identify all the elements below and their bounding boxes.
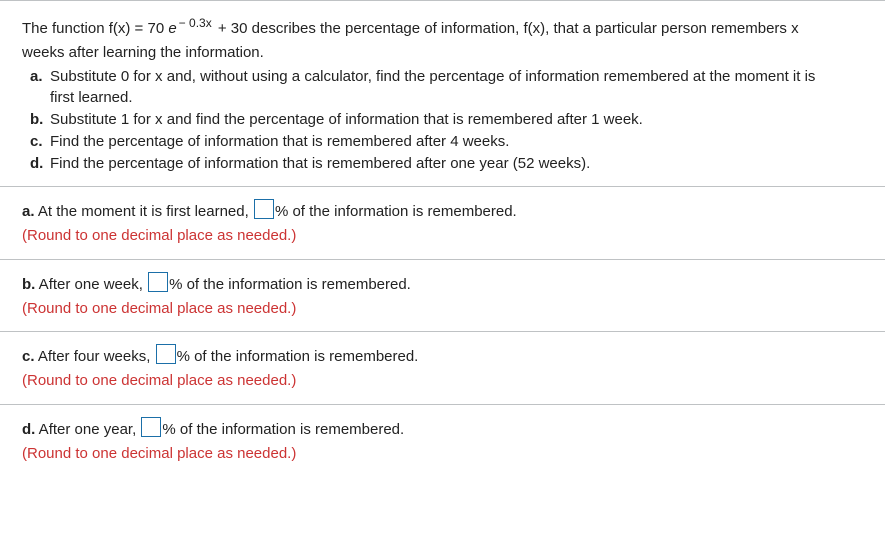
stem-line-1: The function f(x) = 70 e− 0.3x + 30 desc… bbox=[22, 15, 869, 40]
question-stem: The function f(x) = 70 e− 0.3x + 30 desc… bbox=[0, 0, 885, 186]
part-before: After four weeks, bbox=[35, 348, 155, 365]
part-after: % of the information is remembered. bbox=[162, 421, 404, 438]
part-before: At the moment it is first learned, bbox=[35, 203, 253, 220]
stem-text-1a: The function f(x) = 70 bbox=[22, 20, 164, 37]
stem-item-label: b. bbox=[30, 109, 50, 131]
part-label: d. bbox=[22, 421, 35, 438]
answer-input-a[interactable] bbox=[254, 199, 274, 219]
answer-input-d[interactable] bbox=[141, 417, 161, 437]
stem-item-label: a. bbox=[30, 66, 50, 88]
round-hint: (Round to one decimal place as needed.) bbox=[22, 370, 869, 392]
round-hint: (Round to one decimal place as needed.) bbox=[22, 298, 869, 320]
round-hint: (Round to one decimal place as needed.) bbox=[22, 443, 869, 465]
part-b-line: b. After one week, % of the information … bbox=[22, 272, 869, 296]
stem-item-text: Substitute 1 for x and find the percenta… bbox=[50, 109, 643, 131]
part-a: a. At the moment it is first learned, % … bbox=[0, 187, 885, 259]
part-label: b. bbox=[22, 276, 35, 293]
stem-item-a-cont: first learned. bbox=[30, 87, 869, 109]
euler-e: e bbox=[168, 20, 176, 37]
exponent: − 0.3x bbox=[179, 16, 212, 30]
stem-line-2: weeks after learning the information. bbox=[22, 42, 869, 64]
part-before: After one week, bbox=[35, 276, 147, 293]
part-label: a. bbox=[22, 203, 35, 220]
stem-item-text: Find the percentage of information that … bbox=[50, 153, 590, 175]
answer-input-b[interactable] bbox=[148, 272, 168, 292]
stem-item-b: b. Substitute 1 for x and find the perce… bbox=[30, 109, 869, 131]
stem-item-a: a. Substitute 0 for x and, without using… bbox=[30, 66, 869, 88]
stem-item-label: c. bbox=[30, 131, 50, 153]
part-after: % of the information is remembered. bbox=[275, 203, 517, 220]
part-d: d. After one year, % of the information … bbox=[0, 405, 885, 477]
part-after: % of the information is remembered. bbox=[169, 276, 411, 293]
stem-item-c: c. Find the percentage of information th… bbox=[30, 131, 869, 153]
stem-item-text: Substitute 0 for x and, without using a … bbox=[50, 66, 815, 88]
stem-sublist: a. Substitute 0 for x and, without using… bbox=[22, 66, 869, 175]
part-before: After one year, bbox=[35, 421, 140, 438]
part-c: c. After four weeks, % of the informatio… bbox=[0, 332, 885, 404]
answer-input-c[interactable] bbox=[156, 344, 176, 364]
stem-text-1b: + 30 describes the percentage of informa… bbox=[214, 20, 799, 37]
part-c-line: c. After four weeks, % of the informatio… bbox=[22, 344, 869, 368]
part-d-line: d. After one year, % of the information … bbox=[22, 417, 869, 441]
part-label: c. bbox=[22, 348, 35, 365]
stem-item-text: Find the percentage of information that … bbox=[50, 131, 509, 153]
stem-item-label: d. bbox=[30, 153, 50, 175]
stem-item-d: d. Find the percentage of information th… bbox=[30, 153, 869, 175]
round-hint: (Round to one decimal place as needed.) bbox=[22, 225, 869, 247]
part-a-line: a. At the moment it is first learned, % … bbox=[22, 199, 869, 223]
part-after: % of the information is remembered. bbox=[177, 348, 419, 365]
part-b: b. After one week, % of the information … bbox=[0, 260, 885, 332]
